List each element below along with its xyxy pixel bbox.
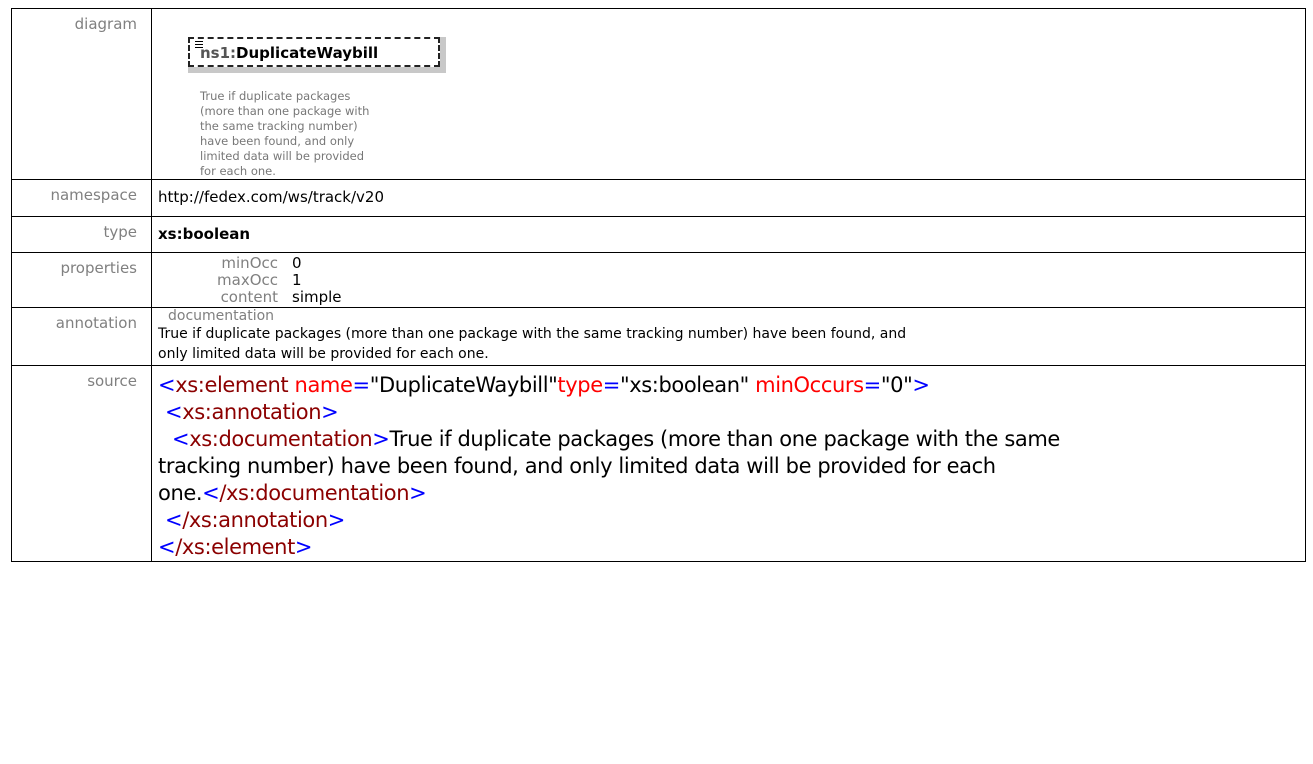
property-key: minOcc bbox=[221, 254, 278, 272]
property-key: content bbox=[220, 288, 278, 306]
element-diagram-name: ns1:DuplicateWaybill bbox=[200, 44, 379, 62]
diagram-label: diagram bbox=[11, 8, 152, 180]
property-key: maxOcc bbox=[217, 271, 278, 289]
annotation-label: annotation bbox=[11, 307, 152, 366]
diagram-cell: ns1:DuplicateWaybill True if duplicate p… bbox=[151, 8, 1306, 180]
property-value: 0 bbox=[292, 254, 302, 272]
annotation-row: annotation documentation True if duplica… bbox=[11, 307, 1306, 366]
properties-cell: minOcc 0 maxOcc 1 content simple bbox=[151, 252, 1306, 308]
annotation-cell: documentation True if duplicate packages… bbox=[151, 307, 1306, 366]
diagram-row: diagram ns1:DuplicateWaybill True if dup… bbox=[11, 8, 1306, 180]
diagram-documentation: True if duplicate packages (more than on… bbox=[200, 89, 370, 178]
source-line-element-close: </xs:element> bbox=[158, 535, 313, 559]
namespace-label: namespace bbox=[11, 179, 152, 217]
property-value: simple bbox=[292, 288, 342, 306]
source-line-documentation-cont: tracking number) have been found, and on… bbox=[158, 454, 996, 478]
source-row: source <xs:element name="DuplicateWaybil… bbox=[11, 365, 1306, 562]
properties-label: properties bbox=[11, 252, 152, 308]
element-doc-table: diagram ns1:DuplicateWaybill True if dup… bbox=[11, 8, 1306, 562]
annotation-text-line: only limited data will be provided for e… bbox=[158, 346, 489, 362]
source-label: source bbox=[11, 365, 152, 562]
property-value: 1 bbox=[292, 271, 302, 289]
source-code: <xs:element name="DuplicateWaybill"type=… bbox=[151, 365, 1306, 562]
namespace-row: namespace http://fedex.com/ws/track/v20 bbox=[11, 179, 1306, 217]
type-value: xs:boolean bbox=[151, 216, 1306, 253]
source-line-element-open: <xs:element name="DuplicateWaybill"type=… bbox=[158, 373, 930, 397]
type-label: type bbox=[11, 216, 152, 253]
properties-row: properties minOcc 0 maxOcc 1 content sim… bbox=[11, 252, 1306, 308]
source-line-annotation-open: <xs:annotation> bbox=[165, 400, 339, 424]
source-line-annotation-close: </xs:annotation> bbox=[165, 508, 345, 532]
annotation-text-line: True if duplicate packages (more than on… bbox=[158, 326, 907, 342]
namespace-value: http://fedex.com/ws/track/v20 bbox=[151, 179, 1306, 217]
type-row: type xs:boolean bbox=[11, 216, 1306, 253]
annotation-heading: documentation bbox=[168, 308, 275, 324]
element-diagram-box: ns1:DuplicateWaybill bbox=[188, 37, 446, 73]
source-line-documentation-end: one.</xs:documentation> bbox=[158, 481, 427, 505]
source-line-documentation: <xs:documentation>True if duplicate pack… bbox=[172, 427, 1060, 451]
